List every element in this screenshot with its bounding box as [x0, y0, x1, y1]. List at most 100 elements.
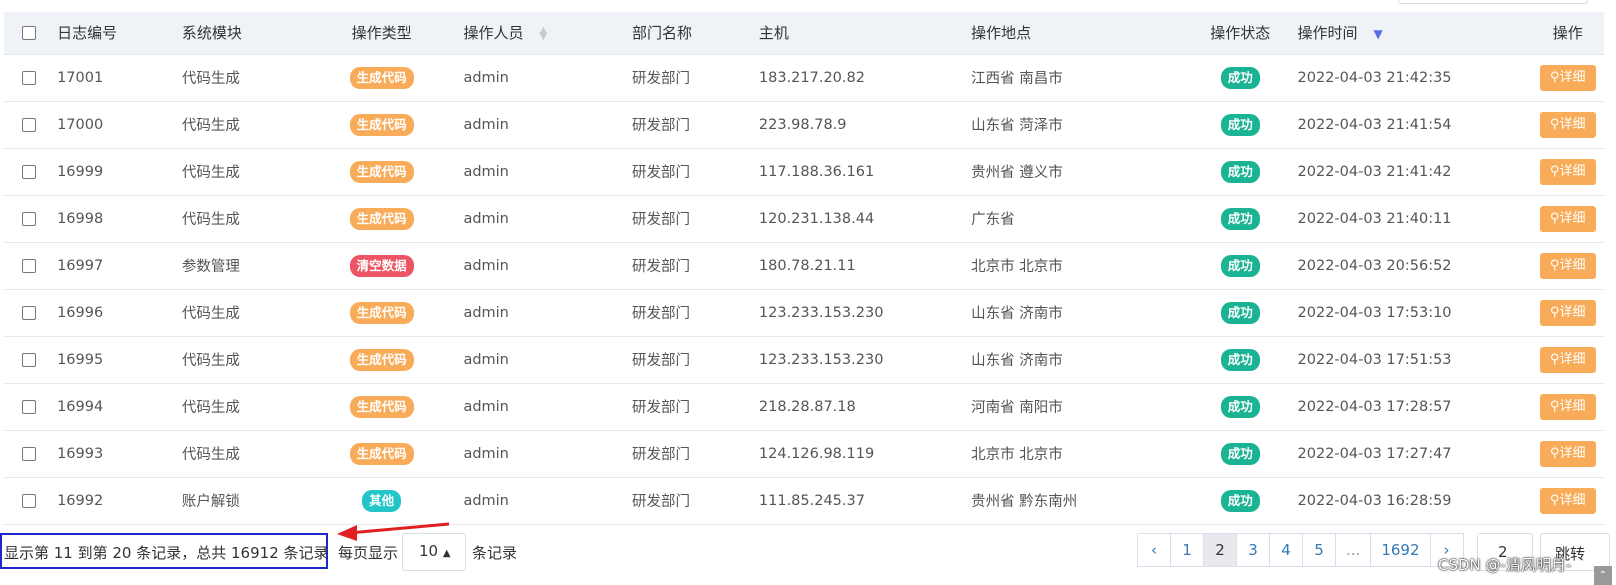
operation-log-table-container: 日志编号 系统模块 操作类型 操作人员 ▲ ▼ 部门名称 主机 操作地点 操作状态 …	[4, 12, 1604, 525]
cell-log-id: 16999	[53, 148, 178, 196]
page-button-3[interactable]: 3	[1236, 533, 1270, 567]
cell-status: 成功	[1186, 336, 1294, 384]
row-select-cell[interactable]	[4, 430, 54, 478]
status-badge: 成功	[1220, 207, 1260, 230]
detail-button[interactable]: ⚲详细	[1539, 440, 1596, 467]
page-button-2[interactable]: 2	[1203, 533, 1237, 567]
header-operator-label: 操作人员	[463, 24, 524, 43]
header-module[interactable]: 系统模块	[177, 12, 304, 55]
cell-time: 2022-04-03 21:41:42	[1293, 148, 1532, 196]
operation-type-badge: 生成代码	[349, 113, 414, 136]
header-time[interactable]: 操作时间 ▼	[1293, 12, 1532, 55]
sort-desc-icon[interactable]: ▼	[1374, 27, 1383, 41]
status-badge: 成功	[1220, 301, 1260, 324]
header-host[interactable]: 主机	[754, 12, 968, 55]
table-row: 16994 代码生成 生成代码 admin 研发部门 218.28.87.18 河南省 南阳…	[4, 383, 1604, 431]
header-location[interactable]: 操作地点	[967, 12, 1187, 55]
caret-up-icon: ▲	[442, 548, 451, 559]
cell-time: 2022-04-03 21:41:54	[1293, 101, 1532, 149]
row-checkbox[interactable]	[21, 493, 36, 508]
cell-location: 山东省 济南市	[967, 289, 1187, 337]
header-department[interactable]: 部门名称	[627, 12, 755, 55]
cell-operator: admin	[459, 148, 628, 196]
page-button-1[interactable]: 1	[1170, 533, 1204, 567]
cell-actions: ⚲详细	[1531, 195, 1604, 243]
cell-host: 117.188.36.161	[754, 148, 968, 196]
row-select-cell[interactable]	[4, 383, 54, 431]
scroll-top-icon[interactable]: ⌃	[1594, 566, 1612, 585]
row-checkbox[interactable]	[21, 446, 36, 461]
row-select-cell[interactable]	[4, 195, 54, 243]
row-checkbox[interactable]	[21, 258, 36, 273]
row-select-cell[interactable]	[4, 289, 54, 337]
row-select-cell[interactable]	[4, 101, 54, 149]
cell-operation-type: 生成代码	[303, 383, 460, 431]
status-badge: 成功	[1220, 348, 1260, 371]
search-icon: ⚲	[1549, 351, 1560, 367]
header-status[interactable]: 操作状态	[1186, 12, 1294, 55]
row-checkbox[interactable]	[21, 70, 36, 85]
cell-status: 成功	[1186, 148, 1294, 196]
detail-button[interactable]: ⚲详细	[1539, 111, 1596, 138]
select-all-header[interactable]	[4, 12, 54, 55]
cell-department: 研发部门	[627, 54, 755, 102]
page-button-5[interactable]: 5	[1302, 533, 1336, 567]
cell-host: 124.126.98.119	[754, 430, 968, 478]
row-checkbox[interactable]	[21, 352, 36, 367]
sort-both-icon[interactable]: ▲ ▼	[539, 25, 547, 41]
cell-location: 山东省 菏泽市	[967, 101, 1187, 149]
page-size-select[interactable]: 10 ▲	[402, 533, 466, 571]
table-row: 16997 参数管理 清空数据 admin 研发部门 180.78.21.11 北京市 北京…	[4, 242, 1604, 290]
page-button-1692[interactable]: 1692	[1370, 533, 1431, 567]
operation-type-badge: 生成代码	[349, 66, 414, 89]
detail-button[interactable]: ⚲详细	[1539, 205, 1596, 232]
row-checkbox[interactable]	[21, 211, 36, 226]
detail-button-label: 详细	[1559, 492, 1586, 508]
operation-type-badge: 生成代码	[349, 301, 414, 324]
cell-log-id: 16994	[53, 383, 178, 431]
search-icon: ⚲	[1549, 69, 1560, 85]
search-icon: ⚲	[1549, 304, 1560, 320]
row-checkbox[interactable]	[21, 164, 36, 179]
cell-operation-type: 生成代码	[303, 195, 460, 243]
row-checkbox[interactable]	[21, 305, 36, 320]
detail-button[interactable]: ⚲详细	[1539, 346, 1596, 373]
cell-host: 180.78.21.11	[754, 242, 968, 290]
detail-button[interactable]: ⚲详细	[1539, 487, 1596, 514]
header-log-id[interactable]: 日志编号	[53, 12, 178, 55]
detail-button[interactable]: ⚲详细	[1539, 64, 1596, 91]
row-select-cell[interactable]	[4, 336, 54, 384]
row-select-cell[interactable]	[4, 242, 54, 290]
detail-button[interactable]: ⚲详细	[1539, 252, 1596, 279]
cell-status: 成功	[1186, 383, 1294, 431]
row-select-cell[interactable]	[4, 54, 54, 102]
row-select-cell[interactable]	[4, 477, 54, 525]
header-operator[interactable]: 操作人员 ▲ ▼	[459, 12, 628, 55]
detail-button[interactable]: ⚲详细	[1539, 393, 1596, 420]
row-checkbox[interactable]	[21, 399, 36, 414]
cell-status: 成功	[1186, 195, 1294, 243]
cell-log-id: 16992	[53, 477, 178, 525]
operation-type-badge: 其他	[362, 489, 402, 512]
pagination: ‹ 1 2 3 4 5... 1692 ›	[1137, 533, 1464, 567]
select-all-checkbox[interactable]	[21, 26, 36, 41]
cell-operation-type: 其他	[303, 477, 460, 525]
cell-host: 223.98.78.9	[754, 101, 968, 149]
top-toolbar-edge	[1398, 0, 1588, 4]
header-operation-type[interactable]: 操作类型	[303, 12, 460, 55]
cell-status: 成功	[1186, 101, 1294, 149]
cell-time: 2022-04-03 16:28:59	[1293, 477, 1532, 525]
detail-button[interactable]: ⚲详细	[1539, 299, 1596, 326]
cell-module: 代码生成	[177, 195, 304, 243]
cell-actions: ⚲详细	[1531, 289, 1604, 337]
row-select-cell[interactable]	[4, 148, 54, 196]
detail-button-label: 详细	[1559, 351, 1586, 367]
prev-page-button[interactable]: ‹	[1137, 533, 1171, 567]
cell-operation-type: 生成代码	[303, 289, 460, 337]
page-button-4[interactable]: 4	[1269, 533, 1303, 567]
cell-module: 账户解锁	[177, 477, 304, 525]
pagination-ellipsis: ...	[1335, 533, 1372, 567]
detail-button[interactable]: ⚲详细	[1539, 158, 1596, 185]
cell-host: 218.28.87.18	[754, 383, 968, 431]
row-checkbox[interactable]	[21, 117, 36, 132]
